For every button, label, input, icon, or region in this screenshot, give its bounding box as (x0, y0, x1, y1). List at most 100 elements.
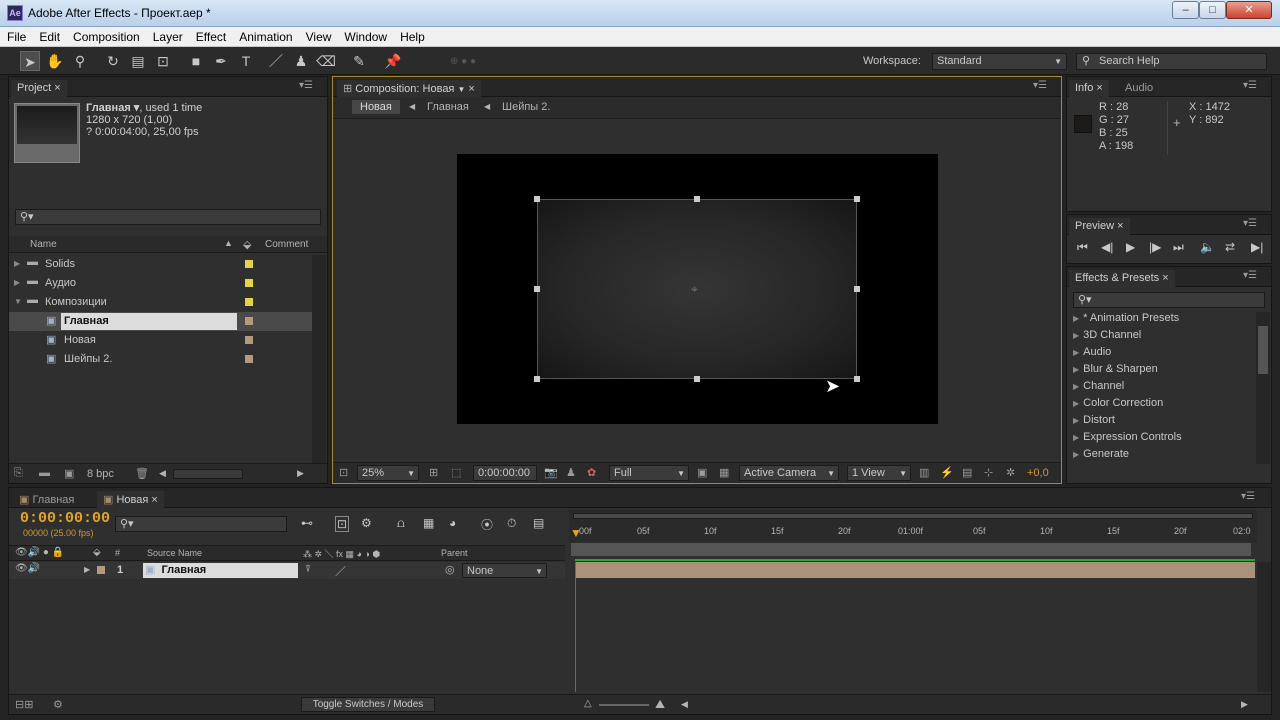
col-parent[interactable]: Parent (441, 548, 468, 558)
maximize-button[interactable]: □ (1199, 1, 1226, 19)
timeline-icon[interactable]: ▤ (962, 466, 972, 479)
zoom-select[interactable]: 25% ▼ (357, 465, 419, 481)
minimize-button[interactable]: – (1172, 1, 1199, 19)
mute-audio-icon[interactable]: 🔈 (1200, 240, 1215, 254)
view-layout-select[interactable]: 1 View ▼ (847, 465, 911, 481)
list-item[interactable]: ▶ Generate (1067, 448, 1255, 465)
label-swatch[interactable] (245, 336, 253, 344)
ram-preview-icon[interactable]: ▶| (1251, 240, 1263, 254)
transform-handle[interactable] (694, 376, 700, 382)
expand-arrow-icon[interactable]: ▶ (84, 565, 90, 574)
brainstorm-icon[interactable]: ⦿ (481, 516, 493, 533)
label-swatch[interactable] (245, 298, 253, 306)
playhead-icon[interactable]: ▼ (570, 526, 582, 540)
search-help-input[interactable]: ⚲ Search Help (1076, 53, 1267, 70)
list-item[interactable]: ▶ Color Correction (1067, 397, 1255, 414)
resolution-select[interactable]: Full ▼ (609, 465, 689, 481)
bit-depth-button[interactable]: 8 bpc (87, 468, 114, 480)
flowchart-icon[interactable]: ⊹ (984, 466, 993, 479)
channels-icon[interactable]: ✿ (587, 466, 596, 479)
rotate-tool-icon[interactable]: ↻ (103, 51, 123, 71)
list-item[interactable]: ▶ ▬ Solids (9, 255, 312, 274)
menu-edit[interactable]: Edit (32, 27, 66, 44)
trash-icon[interactable]: 🗑 (135, 467, 149, 480)
selection-tool-icon[interactable]: ➤ (20, 51, 40, 71)
effects-scrollbar[interactable] (1256, 312, 1270, 464)
list-item[interactable]: ▶ ▬ Аудио (9, 274, 312, 293)
list-item[interactable]: ▶ Blur & Sharpen (1067, 363, 1255, 380)
new-composition-icon[interactable]: ▣ (64, 467, 74, 480)
menu-view[interactable]: View (299, 27, 338, 44)
menu-effect[interactable]: Effect (189, 27, 232, 44)
exposure-value[interactable]: +0,0 (1027, 467, 1049, 479)
col-comment[interactable]: Comment (265, 239, 308, 250)
scroll-right-icon[interactable]: ▶ (297, 468, 304, 479)
menu-layer[interactable]: Layer (146, 27, 189, 44)
tab-info[interactable]: Info × (1069, 80, 1109, 97)
live-update-icon[interactable]: ⊡ (335, 516, 350, 532)
first-frame-icon[interactable]: ⏮ (1077, 240, 1088, 255)
menu-composition[interactable]: Composition (66, 27, 146, 44)
project-search-input[interactable]: ⚲▾ (15, 209, 321, 225)
expand-arrow-icon[interactable]: ▶ (14, 259, 20, 268)
expand-arrow-icon[interactable]: ▶ (14, 278, 20, 287)
previous-frame-icon[interactable]: ◀| (1101, 240, 1113, 254)
panel-menu-icon[interactable]: ▾☰ (1241, 491, 1255, 502)
next-frame-icon[interactable]: |▶ (1149, 240, 1161, 254)
transform-handle[interactable] (534, 196, 540, 202)
label-swatch[interactable] (245, 317, 253, 325)
toggle-pixel-aspect-icon[interactable]: ▥ (919, 466, 929, 479)
tab-audio[interactable]: Audio (1119, 80, 1159, 97)
panel-menu-icon[interactable]: ▾☰ (299, 80, 313, 91)
pickwhip-icon[interactable]: ◎ (445, 563, 455, 576)
region-of-interest-icon[interactable]: ⬚ (451, 466, 461, 479)
time-ruler[interactable]: 00f 05f 10f 15f 20f 01:00f 05f 10f 15f 2… (569, 510, 1257, 542)
timeline-search-input[interactable]: ⚲▾ (115, 516, 287, 532)
viewer-timecode[interactable]: 0:00:00:00 (473, 465, 537, 481)
tab-timeline-glavnaya[interactable]: ▣ Главная (13, 491, 80, 508)
zoom-slider[interactable] (599, 704, 649, 706)
transform-handle[interactable] (854, 286, 860, 292)
auto-keyframe-icon[interactable]: ⏱ (507, 516, 516, 531)
transform-handle[interactable] (534, 376, 540, 382)
loop-icon[interactable]: ⇄ (1225, 240, 1235, 254)
label-swatch[interactable] (245, 279, 253, 287)
frame-blending-icon[interactable]: ▦ (423, 516, 434, 530)
horizontal-scrollbar[interactable] (173, 469, 243, 479)
camera-select[interactable]: Active Camera ▼ (739, 465, 839, 481)
layer-switches-icon[interactable]: ⊟⊞ (15, 698, 33, 711)
always-preview-icon[interactable]: ⊡ (339, 466, 348, 479)
scroll-right-icon[interactable]: ▶ (1241, 699, 1248, 710)
fast-previews-icon[interactable]: ▣ (697, 466, 707, 479)
menu-help[interactable]: Help (393, 27, 431, 44)
panel-menu-icon[interactable]: ▾☰ (1033, 80, 1047, 91)
menu-window[interactable]: Window (337, 27, 393, 44)
col-source-name[interactable]: Source Name (147, 548, 202, 558)
transfer-controls-icon[interactable]: ⚙ (53, 698, 63, 711)
list-item[interactable]: ▶ Distort (1067, 414, 1255, 431)
shy-switch-icon[interactable]: ⍒ (305, 564, 311, 575)
breadcrumb-item[interactable]: Главная (427, 101, 469, 113)
col-name[interactable]: Name (30, 239, 57, 250)
menu-animation[interactable]: Animation (232, 27, 298, 44)
label-swatch[interactable] (245, 260, 253, 268)
zoom-out-icon[interactable]: △ (584, 698, 592, 709)
scroll-left-icon[interactable]: ◀ (159, 468, 166, 479)
workspace-select[interactable]: Standard ▼ (932, 53, 1067, 70)
new-folder-icon[interactable]: ▬ (39, 467, 50, 479)
tab-composition[interactable]: ⊞ Composition: Новая ▼ × (337, 80, 481, 97)
tab-project[interactable]: Project × (11, 80, 67, 97)
camera-tool-icon[interactable]: ▤ (128, 51, 148, 71)
tab-effects-presets[interactable]: Effects & Presets × (1069, 270, 1175, 287)
layer-duration-bar[interactable] (575, 562, 1255, 578)
show-snapshot-icon[interactable]: ♟ (566, 466, 576, 479)
toggle-switches-modes-button[interactable]: Toggle Switches / Modes (301, 697, 435, 712)
layer-name-field[interactable]: ▣ Главная (143, 563, 298, 578)
eraser-tool-icon[interactable]: ⌫ (316, 51, 336, 71)
rectangle-tool-icon[interactable]: ■ (186, 51, 206, 71)
transform-handle[interactable] (854, 196, 860, 202)
motion-blur-icon[interactable]: ◕ (449, 516, 456, 530)
list-item[interactable]: ▶ * Animation Presets (1067, 312, 1255, 329)
collapse-arrow-icon[interactable]: ▼ (14, 297, 22, 306)
pen-tool-icon[interactable]: ✒ (211, 51, 231, 71)
